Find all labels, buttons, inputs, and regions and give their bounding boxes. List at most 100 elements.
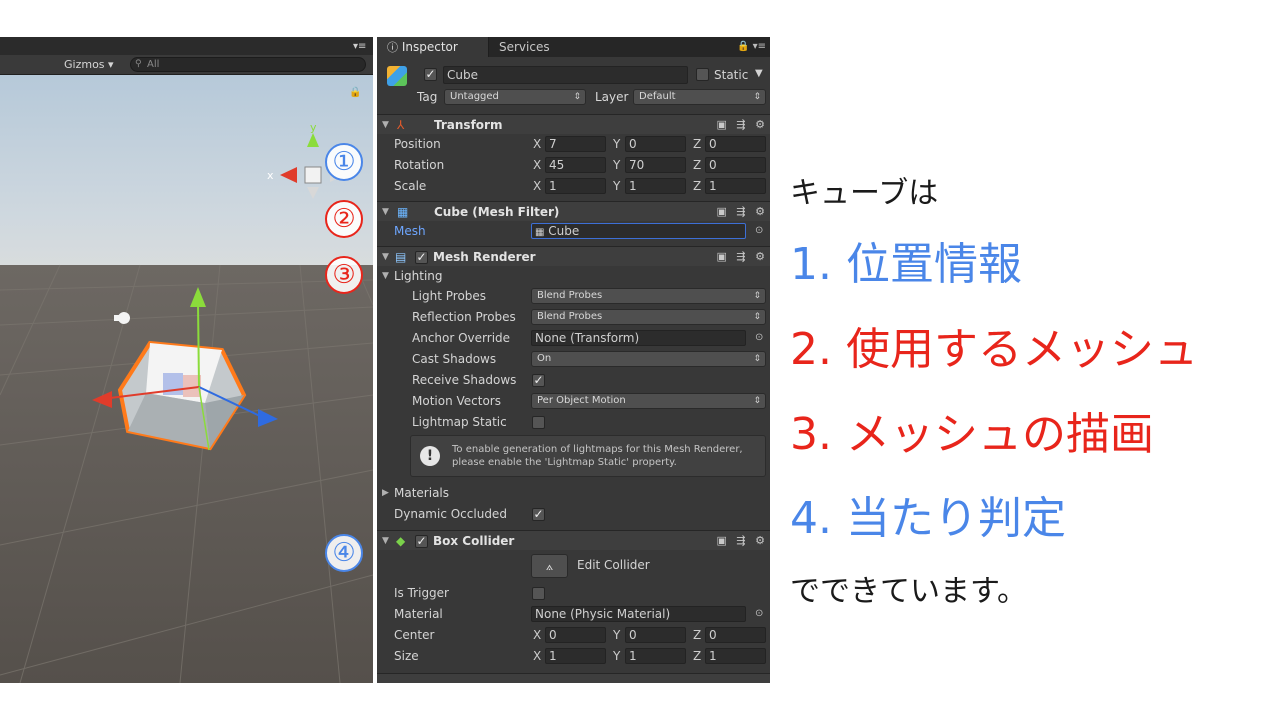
foldout-arrow-icon[interactable]: ▶: [382, 483, 389, 503]
cast-shadows-dropdown[interactable]: On: [531, 351, 766, 367]
info-icon: ⓘ: [387, 41, 398, 54]
axis-x-label: X: [533, 137, 542, 151]
tag-label: Tag: [417, 90, 438, 104]
object-picker-icon[interactable]: ⊙: [755, 221, 763, 241]
mesh-renderer-icon: ▤: [395, 250, 407, 264]
static-dropdown-icon[interactable]: ▼: [755, 64, 763, 84]
axis-x-label: X: [533, 158, 542, 172]
active-checkbox[interactable]: ✓: [424, 68, 437, 81]
rotation-y-field[interactable]: 70: [625, 157, 686, 173]
panel-menu-icon[interactable]: ▾≡: [353, 41, 366, 52]
scene-search-placeholder: All: [147, 59, 160, 70]
foldout-arrow-icon[interactable]: ▼: [382, 266, 389, 286]
box-collider-header[interactable]: ▼ ◆ ✓ Box Collider ▣ ⇶ ⚙: [377, 530, 770, 550]
reflection-probes-dropdown[interactable]: Blend Probes: [531, 309, 766, 325]
motion-vectors-dropdown[interactable]: Per Object Motion: [531, 393, 766, 409]
foldout-arrow-icon[interactable]: ▼: [382, 115, 389, 135]
box-collider-enabled-checkbox[interactable]: ✓: [415, 535, 428, 548]
position-y-field[interactable]: 0: [625, 136, 686, 152]
scale-y-field[interactable]: 1: [625, 178, 686, 194]
materials-row[interactable]: ▶ Materials: [377, 483, 770, 503]
info-text-line2: please enable the 'Lightmap Static' prop…: [452, 457, 677, 468]
object-picker-icon[interactable]: ⊙: [755, 604, 763, 624]
layer-dropdown[interactable]: Default: [633, 89, 766, 105]
object-picker-icon[interactable]: ⊙: [755, 328, 763, 348]
edit-collider-button[interactable]: ⟑: [531, 554, 568, 578]
mesh-renderer-enabled-checkbox[interactable]: ✓: [415, 251, 428, 264]
axis-z-label: Z: [693, 628, 702, 642]
scene-canvas[interactable]: y x: [0, 75, 373, 683]
position-z-field[interactable]: 0: [705, 136, 766, 152]
annotation-panel: キューブは 1. 位置情報 2. 使用するメッシュ 3. メッシュの描画 4. …: [790, 0, 1270, 720]
rotation-row: Rotation X 45 Y 70 Z 0: [377, 155, 770, 175]
dynamic-occluded-checkbox[interactable]: ✓: [532, 508, 545, 521]
center-x-field[interactable]: 0: [545, 627, 606, 643]
mesh-filter-header[interactable]: ▼ ▦ Cube (Mesh Filter) ▣ ⇶ ⚙: [377, 201, 770, 221]
component-menu-icons[interactable]: ▣ ⇶ ⚙: [717, 531, 768, 551]
component-menu-icons[interactable]: ▣ ⇶ ⚙: [717, 247, 768, 267]
rotation-z-field[interactable]: 0: [705, 157, 766, 173]
lightmap-static-row: Lightmap Static: [377, 412, 770, 432]
lock-icon[interactable]: 🔒: [349, 87, 361, 98]
mesh-object-field[interactable]: ▦ Cube: [531, 223, 746, 239]
position-x-field[interactable]: 7: [545, 136, 606, 152]
scene-view[interactable]: ▾≡ Gizmos ▾ ⚲ All y x 🔒: [0, 37, 373, 683]
size-row: Size X 1 Y 1 Z 1: [377, 646, 770, 666]
material-row: Material None (Physic Material) ⊙: [377, 604, 770, 624]
tab-services[interactable]: Services: [489, 37, 560, 57]
physic-material-field[interactable]: None (Physic Material): [531, 606, 746, 622]
static-checkbox[interactable]: [696, 68, 709, 81]
annotation-outro: でできています。: [790, 574, 1027, 609]
is-trigger-label: Is Trigger: [394, 586, 449, 600]
materials-label: Materials: [394, 486, 450, 500]
axis-y-label: y: [310, 121, 317, 134]
lighting-row[interactable]: ▼ Lighting: [377, 266, 770, 286]
light-probes-row: Light Probes Blend Probes: [377, 286, 770, 306]
tag-dropdown[interactable]: Untagged: [444, 89, 586, 105]
scale-row: Scale X 1 Y 1 Z 1: [377, 176, 770, 196]
transform-header[interactable]: ▼ ⅄ Transform ▣ ⇶ ⚙: [377, 114, 770, 134]
component-menu-icons[interactable]: ▣ ⇶ ⚙: [717, 202, 768, 222]
mesh-filter-title: Cube (Mesh Filter): [434, 205, 560, 219]
light-probes-dropdown[interactable]: Blend Probes: [531, 288, 766, 304]
annotation-item-2: 2. 使用するメッシュ: [790, 324, 1198, 375]
light-probes-label: Light Probes: [412, 289, 487, 303]
mesh-renderer-header[interactable]: ▼ ▤ ✓ Mesh Renderer ▣ ⇶ ⚙: [377, 246, 770, 266]
annotation-intro: キューブは: [790, 176, 939, 211]
axis-y-label: Y: [613, 649, 621, 663]
mesh-renderer-title: Mesh Renderer: [433, 250, 536, 264]
receive-shadows-checkbox[interactable]: ✓: [532, 374, 545, 387]
inspector-tab-bar: ⓘ Inspector Services 🔒 ▾≡: [377, 37, 770, 57]
foldout-arrow-icon[interactable]: ▼: [382, 531, 389, 551]
scene-search-field[interactable]: ⚲ All: [130, 57, 366, 72]
size-y-field[interactable]: 1: [625, 648, 686, 664]
reflection-probes-row: Reflection Probes Blend Probes: [377, 307, 770, 327]
center-y-field[interactable]: 0: [625, 627, 686, 643]
tab-inspector[interactable]: ⓘ Inspector: [377, 37, 489, 57]
panel-menu-icon[interactable]: 🔒 ▾≡: [737, 41, 766, 52]
center-label: Center: [394, 628, 435, 642]
anchor-override-field[interactable]: None (Transform): [531, 330, 746, 346]
static-label: Static: [714, 68, 749, 82]
center-z-field[interactable]: 0: [705, 627, 766, 643]
object-name-field[interactable]: Cube: [443, 66, 688, 84]
size-z-field[interactable]: 1: [705, 648, 766, 664]
component-menu-icons[interactable]: ▣ ⇶ ⚙: [717, 115, 768, 135]
transform-axes-icon: ⅄: [397, 118, 405, 132]
search-icon: ⚲: [135, 59, 142, 69]
scene-toolbar: Gizmos ▾ ⚲ All: [0, 55, 373, 75]
rotation-x-field[interactable]: 45: [545, 157, 606, 173]
size-x-field[interactable]: 1: [545, 648, 606, 664]
scale-x-field[interactable]: 1: [545, 178, 606, 194]
foldout-arrow-icon[interactable]: ▼: [382, 247, 389, 267]
axis-y-label: Y: [613, 137, 621, 151]
scale-z-field[interactable]: 1: [705, 178, 766, 194]
size-label: Size: [394, 649, 419, 663]
mesh-filter-icon: ▦: [397, 205, 409, 219]
is-trigger-checkbox[interactable]: [532, 587, 545, 600]
mesh-asset-icon: ▦: [535, 227, 545, 238]
gizmos-dropdown[interactable]: Gizmos ▾: [58, 57, 120, 73]
lightmap-static-checkbox[interactable]: [532, 416, 545, 429]
foldout-arrow-icon[interactable]: ▼: [382, 202, 389, 222]
next-component-header: [377, 673, 770, 683]
